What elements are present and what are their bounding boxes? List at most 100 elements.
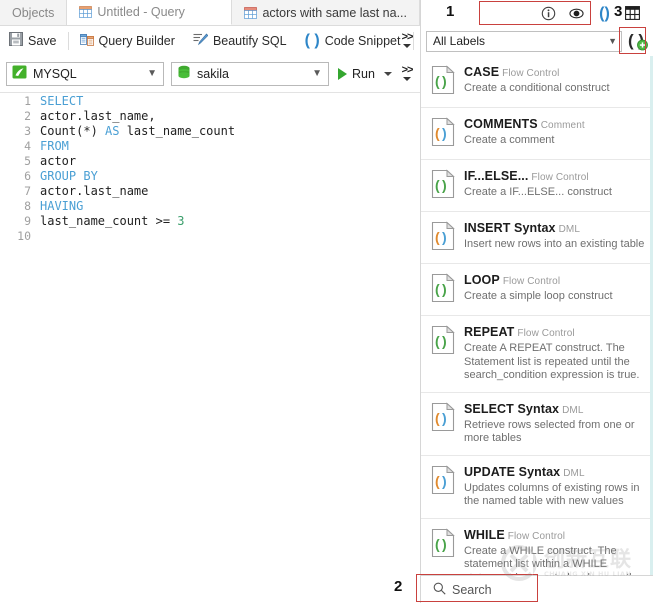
snippet-filter-row: All Labels ▼ ( )	[421, 28, 653, 54]
snippet-document-icon: ()	[430, 221, 456, 254]
toolbar-overflow-1[interactable]: >>	[399, 29, 415, 51]
tab-actors-label: actors with same last na...	[262, 5, 407, 20]
line-number: 4	[24, 138, 31, 153]
editor-line[interactable]: 4 FROM	[0, 138, 420, 153]
code-token: 3	[177, 213, 185, 228]
tab-actors-same-last-name[interactable]: actors with same last na...	[232, 0, 420, 25]
snippet-description: Create a comment	[464, 134, 555, 146]
connection-bar: MYSQL ▼ sakila ▼ Run	[0, 55, 420, 93]
query-toolbar: Save Query Builder Beautify SQL () Code…	[0, 26, 420, 55]
svg-text:): )	[442, 125, 447, 141]
snippet-document-icon: ()	[430, 527, 456, 576]
line-number: 1	[24, 93, 31, 108]
snippet-category: Flow Control	[531, 172, 589, 183]
editor-line[interactable]: 8 HAVING	[0, 198, 420, 213]
editor-line[interactable]: 5 actor	[0, 153, 420, 168]
line-content: GROUP BY	[40, 169, 98, 183]
annotation-3-label: 3	[614, 3, 623, 20]
svg-text:(: (	[435, 473, 440, 489]
database-value: sakila	[197, 66, 229, 81]
line-number: 3	[24, 123, 31, 138]
snippet-item[interactable]: () CASE Flow Control Create a conditional c…	[421, 56, 653, 108]
editor-line[interactable]: 7 actor.last_name	[0, 183, 420, 198]
line-number: 7	[24, 183, 31, 198]
database-select[interactable]: sakila ▼	[171, 61, 329, 86]
line-content: actor.last_name	[40, 184, 148, 198]
svg-text:): )	[442, 473, 447, 489]
snippet-item[interactable]: () LOOP Flow Control Create a simple loop c…	[421, 264, 653, 316]
svg-text:): )	[442, 281, 447, 297]
svg-text:(: (	[435, 125, 440, 141]
table-icon[interactable]	[625, 6, 640, 21]
snippet-body: COMMENTS Comment Create a comment	[464, 117, 646, 150]
svg-text:(: (	[435, 410, 440, 426]
snippet-item[interactable]: () WHILE Flow Control Create a WHILE constr…	[421, 519, 653, 576]
snippet-description: Insert new rows into an existing table	[464, 238, 645, 250]
line-number: 8	[24, 198, 31, 213]
code-token: AS	[105, 123, 120, 138]
beautify-sql-label: Beautify SQL	[212, 33, 287, 48]
run-dropdown-caret[interactable]	[383, 71, 392, 76]
snippet-item[interactable]: () SELECT Syntax DML Retrieve rows selected…	[421, 393, 653, 456]
annotation-2-label: 2	[394, 578, 403, 595]
snippet-title: CASE Flow Control	[464, 65, 560, 79]
line-number: 2	[24, 108, 31, 123]
editor-line[interactable]: 1 SELECT	[0, 93, 420, 108]
toolbar-overflow-chevrons-2: >>	[401, 63, 414, 76]
snippet-document-icon: ()	[430, 325, 456, 383]
snippet-category: DML	[562, 404, 584, 416]
toolbar-overflow-2[interactable]: >>	[399, 61, 415, 85]
eye-icon[interactable]	[569, 6, 584, 21]
svg-text:(: (	[435, 536, 440, 552]
snippet-document-icon: ()	[430, 117, 456, 150]
snippet-category: DML	[558, 224, 581, 235]
editor-line[interactable]: 10	[0, 228, 420, 243]
svg-text:(: (	[435, 73, 440, 89]
beautify-sql-button[interactable]: Beautify SQL	[184, 28, 296, 53]
tab-untitled-query[interactable]: Untitled - Query	[67, 0, 233, 25]
toolbar-overflow-caret-2	[403, 76, 411, 81]
snippet-description: Create a simple loop construct	[464, 290, 613, 302]
label-filter-select[interactable]: All Labels ▼	[426, 30, 622, 52]
snippet-document-icon: ()	[430, 273, 456, 306]
tab-objects[interactable]: Objects	[0, 0, 68, 25]
svg-text:): )	[442, 333, 447, 349]
query-builder-button[interactable]: Query Builder	[71, 28, 184, 53]
label-filter-value: All Labels	[433, 34, 486, 48]
snippet-item[interactable]: () INSERT Syntax DML Insert new rows into a…	[421, 212, 653, 264]
snippet-list[interactable]: () CASE Flow Control Create a conditional c…	[421, 56, 653, 575]
connection-select[interactable]: MYSQL ▼	[6, 61, 164, 86]
snippet-item[interactable]: () UPDATE Syntax DML Updates columns of exi…	[421, 456, 653, 519]
editor-line[interactable]: 2 actor.last_name,	[0, 108, 420, 123]
line-number: 9	[24, 213, 31, 228]
svg-text:): )	[442, 177, 447, 193]
editor-line[interactable]: 6 GROUP BY	[0, 168, 420, 183]
snippet-body: IF...ELSE... Flow Control Create a IF...EL…	[464, 169, 646, 202]
editor-line[interactable]: 9 last_name_count >= 3	[0, 213, 420, 228]
grid-orange-icon	[79, 6, 93, 18]
line-content: SELECT	[40, 94, 83, 108]
info-icon[interactable]	[541, 6, 556, 21]
snippet-search-box[interactable]: Search	[421, 575, 653, 603]
sql-editor[interactable]: 1 SELECT 2 actor.last_name, 3 Count(*) AS las…	[0, 93, 420, 603]
snippet-item[interactable]: () IF...ELSE... Flow Control Create a IF...…	[421, 160, 653, 212]
parentheses-icon[interactable]: ()	[597, 5, 612, 21]
snippet-title: SELECT Syntax DML	[464, 401, 584, 416]
snippet-title: WHILE Flow Control	[464, 527, 566, 542]
snippet-title: INSERT Syntax DML	[464, 221, 581, 235]
add-snippet-button[interactable]: ( )	[627, 30, 649, 52]
editor-line[interactable]: 3 Count(*) AS last_name_count	[0, 123, 420, 138]
snippet-document-icon: ()	[430, 464, 456, 509]
line-number: 10	[17, 228, 31, 243]
snippet-item[interactable]: () REPEAT Flow Control Create A REPEAT cons…	[421, 316, 653, 393]
snippet-description: Create a IF...ELSE... construct	[464, 186, 612, 198]
snippet-item[interactable]: () COMMENTS Comment Create a comment	[421, 108, 653, 160]
code-snippet-button[interactable]: ( ) Code Snippet	[296, 28, 410, 53]
run-button[interactable]: Run	[336, 67, 392, 81]
svg-text:): )	[442, 410, 447, 426]
toolbar-divider-1	[67, 31, 69, 50]
snippet-description: Create a WHILE construct. The statement …	[464, 544, 641, 576]
tab-objects-label: Objects	[12, 5, 55, 20]
save-button[interactable]: Save	[0, 28, 66, 53]
tab-bar: Objects Untitled - Query actors with sam…	[0, 0, 420, 26]
